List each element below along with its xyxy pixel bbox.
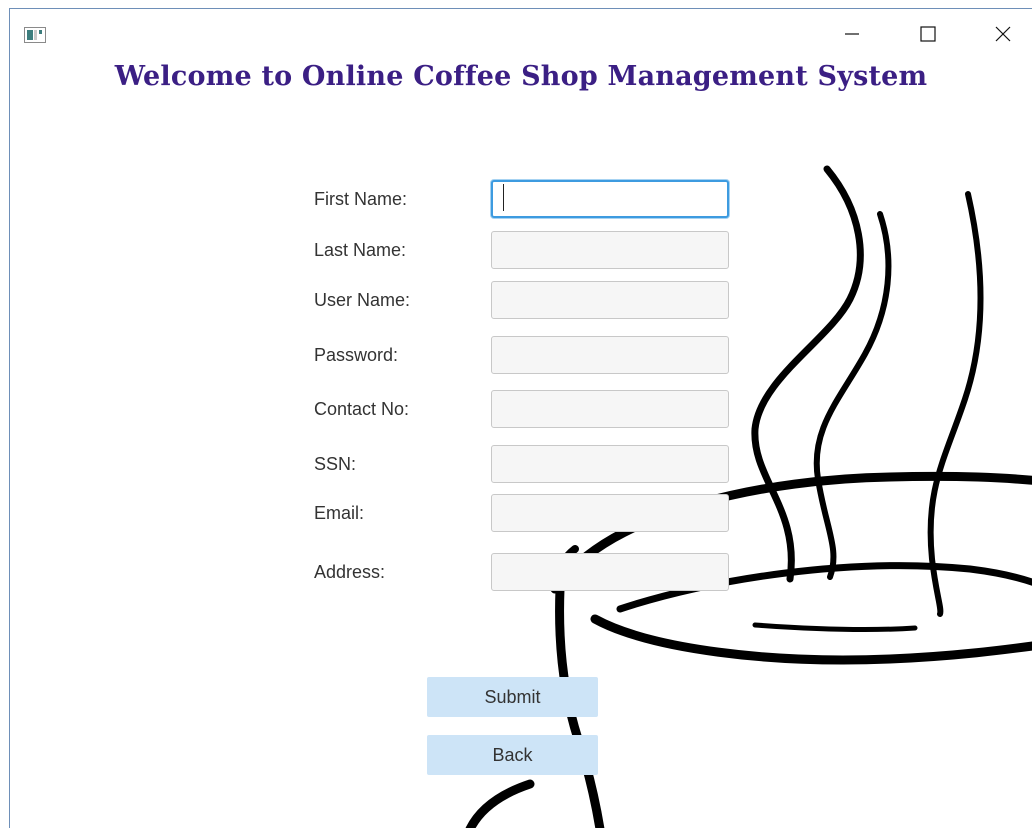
page-title: Welcome to Online Coffee Shop Management… <box>114 61 928 92</box>
email-label: Email: <box>314 503 365 523</box>
maximize-button[interactable] <box>900 17 956 51</box>
minimize-button[interactable] <box>824 17 880 51</box>
last-name-input[interactable] <box>491 231 729 269</box>
app-window-icon <box>24 27 46 43</box>
address-input[interactable] <box>491 553 729 591</box>
maximize-icon <box>920 26 936 42</box>
password-input[interactable] <box>491 336 729 374</box>
password-label: Password: <box>314 345 399 365</box>
title-bar <box>10 9 1032 57</box>
first-name-label: First Name: <box>314 189 408 209</box>
minimize-icon <box>845 33 859 35</box>
first-name-input[interactable] <box>491 180 729 218</box>
ssn-input[interactable] <box>491 445 729 483</box>
text-caret <box>503 184 504 211</box>
email-input[interactable] <box>491 494 729 532</box>
close-icon <box>995 26 1011 42</box>
contact-no-label: Contact No: <box>314 399 410 419</box>
back-button[interactable]: Back <box>427 735 598 775</box>
user-name-input[interactable] <box>491 281 729 319</box>
user-name-label: User Name: <box>314 290 411 310</box>
submit-button[interactable]: Submit <box>427 677 598 717</box>
close-button[interactable] <box>975 17 1031 51</box>
contact-no-input[interactable] <box>491 390 729 428</box>
app-window: Welcome to Online Coffee Shop Management… <box>9 8 1032 828</box>
address-label: Address: <box>314 562 386 582</box>
ssn-label: SSN: <box>314 454 357 474</box>
last-name-label: Last Name: <box>314 240 407 260</box>
